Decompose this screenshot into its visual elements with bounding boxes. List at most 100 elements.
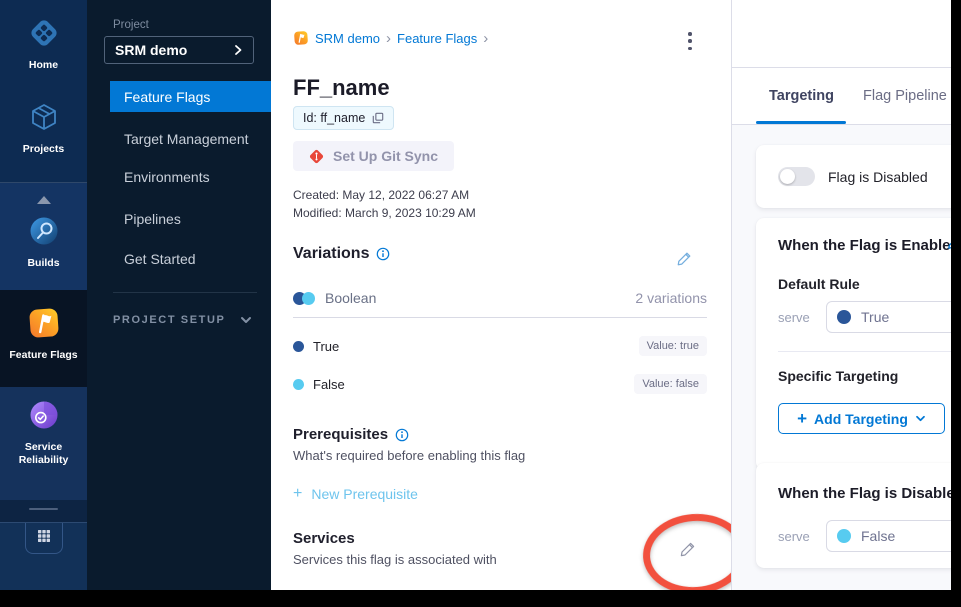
kebab-menu-icon[interactable] (681, 31, 699, 51)
breadcrumb-separator: › (483, 32, 488, 45)
variation-type-row: Boolean 2 variations (293, 289, 707, 307)
chevron-right-icon (233, 44, 243, 56)
screenshot-frame: Home Projects Builds Feature Flags Servi… (0, 0, 961, 607)
variations-edit-pencil-icon[interactable] (676, 250, 693, 267)
variation-name: False (313, 377, 345, 392)
variation-row-true: True Value: true (293, 334, 707, 358)
false-dot-icon (837, 529, 851, 543)
set-up-git-sync-button[interactable]: Set Up Git Sync (293, 141, 454, 171)
serve-variation-select[interactable]: True (826, 301, 951, 333)
enabled-card-title: When the Flag is Enabled (778, 237, 951, 254)
grid-icon (37, 529, 51, 548)
projects-cube-icon (27, 121, 61, 138)
variations-title: Variations (293, 245, 369, 263)
info-icon[interactable] (395, 428, 409, 442)
rail-item-feature-flags[interactable]: Feature Flags (0, 306, 87, 362)
serve-variation-select[interactable]: False (826, 520, 951, 552)
flag-enabled-toggle[interactable] (778, 167, 815, 186)
rail-mini-divider (29, 508, 58, 510)
rail-item-label: Projects (0, 143, 87, 156)
true-dot-icon (837, 310, 851, 324)
flag-enabled-card: When the Flag is Enabled Default Rule se… (756, 218, 951, 470)
flag-id-text: Id: ff_name (303, 111, 365, 125)
rail-item-builds[interactable]: Builds (0, 214, 87, 270)
panel-tabs: Targeting Flag Pipeline (732, 68, 951, 125)
serve-select-value: True (861, 309, 889, 325)
serve-label: serve (778, 529, 810, 544)
module-grid-button[interactable] (25, 523, 63, 554)
plus-icon: + (293, 487, 302, 501)
rail-item-projects[interactable]: Projects (0, 100, 87, 156)
serve-select-value: False (861, 528, 895, 544)
prerequisites-subtitle: What's required before enabling this fla… (293, 448, 525, 463)
rule-edit-pencil-icon[interactable] (947, 236, 951, 250)
scroll-up-icon[interactable] (37, 196, 51, 204)
services-title: Services (293, 530, 355, 547)
chevron-down-icon (915, 415, 926, 422)
project-setup-label: PROJECT SETUP (113, 314, 226, 326)
rail-item-home[interactable]: Home (0, 16, 87, 72)
sidebar-item-label: Feature Flags (124, 89, 210, 105)
flag-detail-main: SRM demo › Feature Flags › FF_name Id: f… (271, 0, 731, 590)
rail-item-service-reliability[interactable]: Service Reliability (0, 398, 87, 467)
variation-type-label: Boolean (325, 290, 376, 306)
variation-value-badge: Value: true (639, 336, 707, 356)
copy-icon[interactable] (372, 112, 384, 124)
info-icon[interactable] (376, 247, 390, 261)
false-dot-icon (293, 379, 304, 390)
page-title: FF_name (293, 75, 390, 101)
feature-flags-logo-icon (27, 327, 61, 344)
services-edit-pencil-icon[interactable] (679, 540, 697, 558)
breadcrumb-separator: › (386, 32, 391, 45)
breadcrumb-project-link[interactable]: SRM demo (315, 31, 380, 46)
modified-date: Modified: March 9, 2023 10:29 AM (293, 206, 476, 220)
sidebar-item-pipelines[interactable]: Pipelines (124, 211, 181, 227)
project-section-label: Project (113, 19, 149, 31)
breadcrumb-flag-icon (293, 30, 309, 46)
tab-targeting[interactable]: Targeting (769, 88, 834, 104)
variations-divider (293, 317, 707, 318)
project-sidebar: Project SRM demo Feature Flags Target Ma… (87, 0, 271, 590)
project-selector-value: SRM demo (115, 42, 187, 58)
sidebar-item-get-started[interactable]: Get Started (124, 251, 196, 267)
rail-item-label: Home (0, 59, 87, 72)
project-setup-toggle[interactable]: PROJECT SETUP (113, 314, 252, 326)
rail-divider (0, 182, 87, 183)
rail-item-label: Feature Flags (0, 349, 87, 362)
chevron-down-icon (240, 316, 252, 324)
card-divider (778, 351, 951, 352)
variations-header: Variations (293, 245, 390, 263)
variation-row-false: False Value: false (293, 372, 707, 396)
app-window: Home Projects Builds Feature Flags Servi… (0, 0, 951, 590)
sidebar-item-environments[interactable]: Environments (124, 169, 210, 185)
project-selector[interactable]: SRM demo (104, 36, 254, 64)
variation-name: True (313, 339, 339, 354)
created-date: Created: May 12, 2022 06:27 AM (293, 188, 469, 202)
panel-header (732, 0, 951, 68)
true-dot-icon (293, 341, 304, 352)
default-rule-label: Default Rule (778, 276, 860, 292)
active-tab-underline (756, 121, 846, 124)
targeting-panel: Targeting Flag Pipeline Flag is Disabled… (731, 0, 951, 590)
boolean-dot-false-icon (302, 292, 315, 305)
rail-item-label: Builds (0, 257, 87, 270)
rail-item-label: Service Reliability (0, 441, 87, 467)
prerequisites-title: Prerequisites (293, 426, 388, 443)
add-targeting-label: Add Targeting (814, 411, 908, 427)
sidebar-item-target-management[interactable]: Target Management (124, 131, 249, 147)
sidebar-item-feature-flags[interactable]: Feature Flags (110, 81, 271, 112)
new-prerequisite-link[interactable]: + New Prerequisite (293, 486, 418, 502)
flag-disabled-card: When the Flag is Disabled serve False (756, 463, 951, 568)
flag-id-badge: Id: ff_name (293, 106, 394, 130)
add-targeting-button[interactable]: + Add Targeting (778, 403, 945, 434)
git-sync-label: Set Up Git Sync (333, 148, 438, 164)
tab-flag-pipeline[interactable]: Flag Pipeline (863, 88, 947, 104)
builds-icon (27, 235, 61, 252)
specific-targeting-label: Specific Targeting (778, 368, 898, 384)
service-reliability-icon (27, 419, 61, 436)
serve-label: serve (778, 310, 810, 325)
sidebar-divider (113, 292, 257, 293)
variation-value-badge: Value: false (634, 374, 707, 394)
breadcrumb-section-link[interactable]: Feature Flags (397, 31, 477, 46)
services-header: Services (293, 530, 355, 547)
